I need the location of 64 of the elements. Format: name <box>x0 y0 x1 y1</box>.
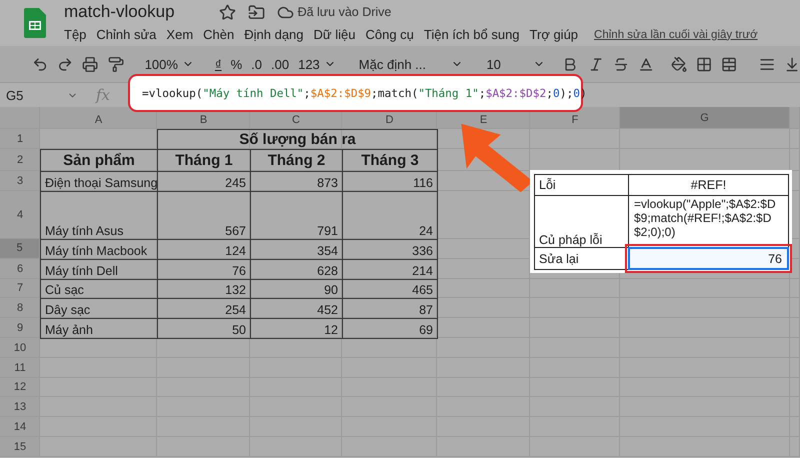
document-title[interactable]: match-vlookup <box>64 2 175 22</box>
table-cell: Lỗi <box>534 174 629 196</box>
currency-button[interactable]: ₫ <box>214 56 222 72</box>
menu-item[interactable]: Xem <box>166 27 194 42</box>
row-header[interactable]: 10 <box>14 342 26 354</box>
text-color-icon[interactable] <box>638 56 654 72</box>
row-header[interactable]: 6 <box>16 262 24 275</box>
table-cell: Máy ảnh <box>40 318 158 339</box>
column-header[interactable]: A <box>94 114 102 126</box>
merge-cells-icon[interactable] <box>721 56 738 72</box>
row-header[interactable]: 9 <box>16 322 24 334</box>
row-header[interactable]: 12 <box>14 381 26 394</box>
row-header[interactable]: 11 <box>14 362 26 374</box>
undo-icon[interactable] <box>32 56 48 72</box>
row-header[interactable]: 7 <box>16 282 24 294</box>
menu-item[interactable]: Dữ liệu <box>314 27 356 42</box>
column-header[interactable]: E <box>480 114 488 126</box>
row-header[interactable]: 15 <box>14 440 26 453</box>
menu-item[interactable]: Chèn <box>203 27 234 42</box>
name-box[interactable]: G5 <box>0 88 84 102</box>
formula-field[interactable]: =vlookup("Máy tính Dell";$A$2:$D$9;match("Tháng 1";$A$2:$D$2;0);0) <box>128 74 583 112</box>
row-header[interactable]: 4 <box>16 209 24 221</box>
folder-icon[interactable] <box>248 4 265 20</box>
number-format-dropdown[interactable]: 123 <box>298 56 336 72</box>
column-header[interactable]: B <box>200 114 208 126</box>
table-cell: Điện thoại Samsung <box>40 171 158 192</box>
menu-item[interactable]: Chỉnh sửa <box>96 27 156 42</box>
star-icon[interactable] <box>218 4 236 20</box>
font-size-dropdown[interactable]: 10 <box>486 56 546 72</box>
menu-item[interactable]: Định dạng <box>244 27 304 42</box>
menu-item[interactable]: Trợ giúp <box>530 27 578 42</box>
print-icon[interactable] <box>82 56 99 72</box>
row-header[interactable]: 13 <box>14 401 26 414</box>
column-header[interactable]: D <box>386 114 394 126</box>
row-header[interactable]: 8 <box>16 302 24 314</box>
row-header[interactable]: 1 <box>16 133 24 145</box>
redo-icon[interactable] <box>57 56 74 72</box>
borders-icon[interactable] <box>696 56 712 72</box>
decrease-decimal-button[interactable]: .0 <box>251 56 262 72</box>
fill-color-icon[interactable] <box>671 56 688 72</box>
row-header[interactable]: 14 <box>14 421 26 434</box>
save-status: Đã lưu vào Drive <box>298 5 392 19</box>
paint-format-icon[interactable] <box>108 56 124 72</box>
menu-item[interactable]: Tiện ích bổ sung <box>424 27 520 42</box>
table-cell: Số lượng bán ra <box>157 129 438 150</box>
percent-button[interactable]: % <box>230 56 242 72</box>
last-edit-link[interactable]: Chỉnh sửa lần cuối vài giây trướ <box>594 28 758 40</box>
font-dropdown[interactable]: Mặc định ... <box>358 56 464 72</box>
menu-item[interactable]: Công cụ <box>365 27 414 42</box>
table-cell: 69 <box>342 318 438 339</box>
function-label: fx <box>96 86 110 104</box>
table-cell[interactable]: 76 <box>628 247 789 270</box>
column-header[interactable]: F <box>572 114 578 126</box>
zoom-dropdown[interactable]: 100% <box>144 56 194 72</box>
menu-item[interactable]: Tệp <box>64 27 86 42</box>
column-header[interactable]: C <box>292 114 300 126</box>
row-header[interactable]: 3 <box>16 175 24 187</box>
strikethrough-icon[interactable] <box>612 56 629 72</box>
table-cell: Sản phẩm <box>40 149 158 172</box>
increase-decimal-button[interactable]: .00 <box>271 56 290 72</box>
table-cell[interactable]: #REF! <box>628 174 789 196</box>
italic-icon[interactable] <box>588 56 604 72</box>
spreadsheet-logo-icon[interactable] <box>24 8 46 38</box>
row-header[interactable]: 2 <box>16 154 24 166</box>
